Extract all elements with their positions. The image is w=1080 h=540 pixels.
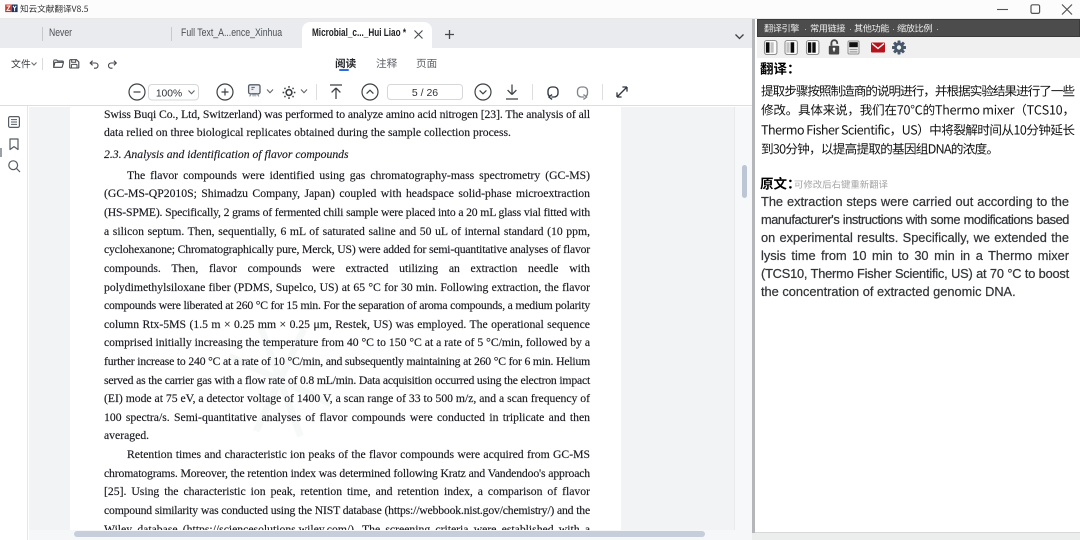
svg-text:5 / 26: 5 / 26 [412, 87, 438, 99]
svg-text:100%: 100% [156, 89, 182, 100]
